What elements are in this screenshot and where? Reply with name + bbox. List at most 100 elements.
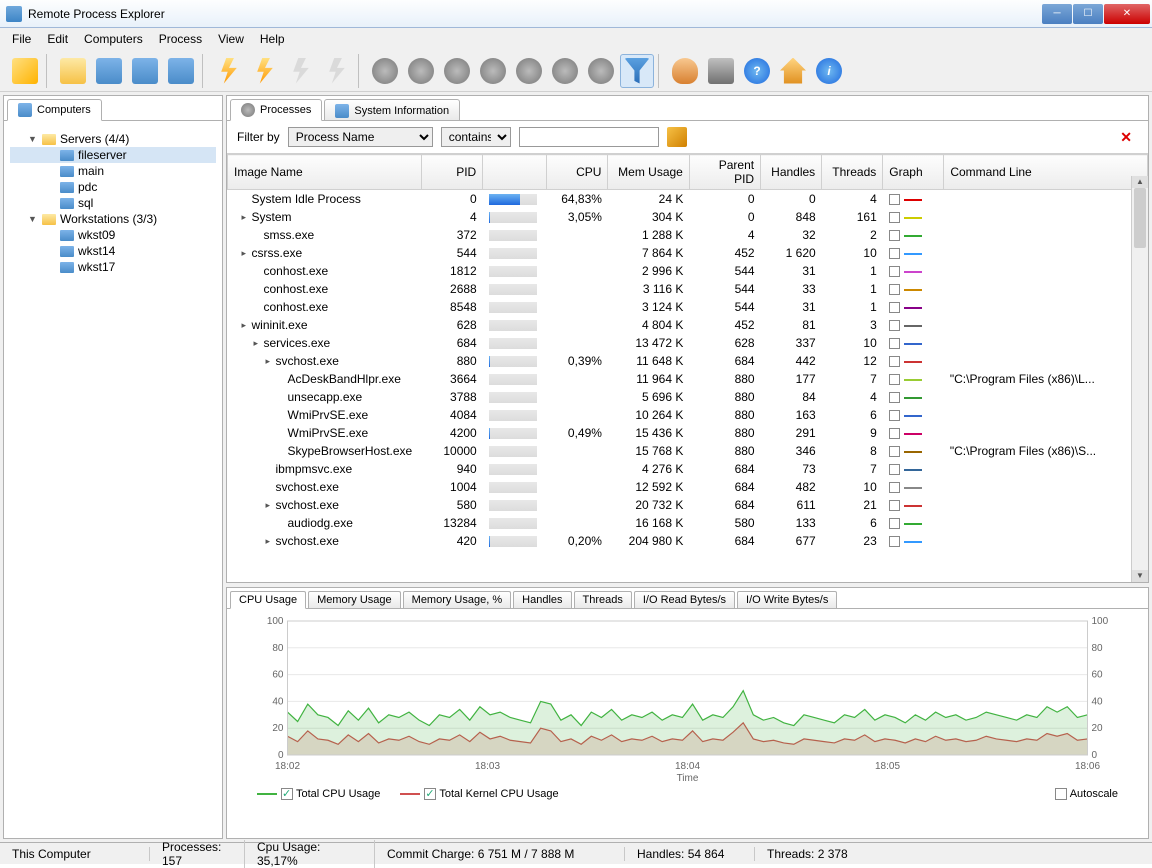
legend-chk-kernel[interactable] bbox=[424, 788, 436, 800]
tree-item[interactable]: ▼Workstations (3/3) bbox=[10, 211, 216, 227]
tree-item[interactable]: wkst17 bbox=[10, 259, 216, 275]
gear-web-button[interactable] bbox=[548, 54, 582, 88]
process-row[interactable]: audiodg.exe1328416 168 K5801336 bbox=[228, 514, 1148, 532]
col-header[interactable]: Handles bbox=[761, 155, 822, 190]
menu-edit[interactable]: Edit bbox=[39, 29, 76, 49]
remove-computer-button[interactable] bbox=[164, 54, 198, 88]
tree-item[interactable]: main bbox=[10, 163, 216, 179]
svg-text:20: 20 bbox=[272, 723, 284, 734]
process-row[interactable]: unsecapp.exe37885 696 K880844 bbox=[228, 388, 1148, 406]
add-computer-button[interactable] bbox=[92, 54, 126, 88]
filter-value-input[interactable] bbox=[519, 127, 659, 147]
edit-computer-button[interactable] bbox=[128, 54, 162, 88]
process-row[interactable]: svchost.exe100412 592 K68448210 bbox=[228, 478, 1148, 496]
maximize-button[interactable]: ☐ bbox=[1073, 4, 1103, 24]
broom-icon[interactable] bbox=[667, 127, 687, 147]
main-area: Computers ▼Servers (4/4)fileservermainpd… bbox=[0, 92, 1152, 842]
scroll-up-icon[interactable]: ▲ bbox=[1132, 176, 1148, 188]
help-button[interactable]: ? bbox=[740, 54, 774, 88]
process-row[interactable]: ▸System43,05%304 K0848161 bbox=[228, 208, 1148, 226]
process-row[interactable]: smss.exe3721 288 K4322 bbox=[228, 226, 1148, 244]
process-row[interactable]: AcDeskBandHlpr.exe366411 964 K8801777"C:… bbox=[228, 370, 1148, 388]
gear-down-button[interactable] bbox=[476, 54, 510, 88]
tree-item[interactable]: wkst09 bbox=[10, 227, 216, 243]
tab-computers[interactable]: Computers bbox=[7, 99, 102, 121]
tab-system-info[interactable]: System Information bbox=[324, 99, 460, 121]
process-row[interactable]: ▸svchost.exe8800,39%11 648 K68444212 bbox=[228, 352, 1148, 370]
process-row[interactable]: System Idle Process064,83%24 K004 bbox=[228, 190, 1148, 209]
col-header[interactable]: CPU bbox=[547, 155, 608, 190]
menu-help[interactable]: Help bbox=[252, 29, 293, 49]
svg-text:80: 80 bbox=[1092, 643, 1104, 654]
close-button[interactable]: ✕ bbox=[1104, 4, 1150, 24]
chart-tab[interactable]: CPU Usage bbox=[230, 591, 306, 609]
process-row[interactable]: conhost.exe85483 124 K544311 bbox=[228, 298, 1148, 316]
chart-tab[interactable]: Threads bbox=[574, 591, 632, 609]
chart-tab[interactable]: Handles bbox=[513, 591, 571, 609]
gear-net-button[interactable] bbox=[584, 54, 618, 88]
bolt-button[interactable] bbox=[212, 54, 246, 88]
chart-tab[interactable]: I/O Read Bytes/s bbox=[634, 591, 735, 609]
autoscale-checkbox[interactable] bbox=[1055, 788, 1067, 800]
comp-icon bbox=[60, 230, 74, 241]
tree-item[interactable]: sql bbox=[10, 195, 216, 211]
chart-tab[interactable]: I/O Write Bytes/s bbox=[737, 591, 837, 609]
process-row[interactable]: ▸services.exe68413 472 K62833710 bbox=[228, 334, 1148, 352]
menu-computers[interactable]: Computers bbox=[76, 29, 151, 49]
gear-add-button[interactable] bbox=[368, 54, 402, 88]
process-row[interactable]: WmiPrvSE.exe408410 264 K8801636 bbox=[228, 406, 1148, 424]
process-row[interactable]: conhost.exe26883 116 K544331 bbox=[228, 280, 1148, 298]
settings-wrench-button[interactable] bbox=[704, 54, 738, 88]
process-row[interactable]: ▸svchost.exe58020 732 K68461121 bbox=[228, 496, 1148, 514]
process-row[interactable]: ▸wininit.exe6284 804 K452813 bbox=[228, 316, 1148, 334]
svg-text:60: 60 bbox=[272, 670, 284, 681]
gear-search-button[interactable] bbox=[512, 54, 546, 88]
gear-stop-button[interactable] bbox=[440, 54, 474, 88]
table-scrollbar[interactable]: ▲ ▼ bbox=[1131, 176, 1148, 582]
process-row[interactable]: ibmpmsvc.exe9404 276 K684737 bbox=[228, 460, 1148, 478]
filter-funnel-button[interactable] bbox=[620, 54, 654, 88]
tab-processes[interactable]: Processes bbox=[230, 99, 322, 121]
process-row[interactable]: ▸svchost.exe4200,20%204 980 K68467723 bbox=[228, 532, 1148, 550]
toolbar: ? i bbox=[0, 50, 1152, 92]
process-row[interactable]: SkypeBrowserHost.exe1000015 768 K8803468… bbox=[228, 442, 1148, 460]
filter-op-select[interactable]: contains bbox=[441, 127, 511, 147]
window-title: Remote Process Explorer bbox=[28, 7, 1041, 21]
legend-chk-total[interactable] bbox=[281, 788, 293, 800]
computers-tree[interactable]: ▼Servers (4/4)fileservermainpdcsql▼Works… bbox=[8, 125, 218, 281]
col-header[interactable]: PID bbox=[422, 155, 483, 190]
col-header[interactable]: Graph bbox=[883, 155, 944, 190]
process-row[interactable]: conhost.exe18122 996 K544311 bbox=[228, 262, 1148, 280]
col-header[interactable]: Command Line bbox=[944, 155, 1148, 190]
svg-text:18:02: 18:02 bbox=[275, 761, 300, 772]
menu-process[interactable]: Process bbox=[151, 29, 210, 49]
process-row[interactable]: ▸csrss.exe5447 864 K4521 62010 bbox=[228, 244, 1148, 262]
chart-tab[interactable]: Memory Usage bbox=[308, 591, 401, 609]
bolt-user-button[interactable] bbox=[248, 54, 282, 88]
gear-play-button[interactable] bbox=[404, 54, 438, 88]
tree-item[interactable]: pdc bbox=[10, 179, 216, 195]
chart-tab[interactable]: Memory Usage, % bbox=[403, 591, 511, 609]
filter-field-select[interactable]: Process Name bbox=[288, 127, 433, 147]
wizard-button[interactable] bbox=[8, 54, 42, 88]
about-button[interactable]: i bbox=[812, 54, 846, 88]
filter-close-button[interactable]: ✕ bbox=[1114, 129, 1138, 146]
home-button[interactable] bbox=[776, 54, 810, 88]
scroll-down-icon[interactable]: ▼ bbox=[1132, 570, 1148, 582]
tree-item[interactable]: fileserver bbox=[10, 147, 216, 163]
col-header[interactable]: Mem Usage bbox=[608, 155, 689, 190]
scroll-thumb[interactable] bbox=[1134, 188, 1146, 248]
tree-item[interactable]: ▼Servers (4/4) bbox=[10, 131, 216, 147]
minimize-button[interactable]: ─ bbox=[1042, 4, 1072, 24]
user-key-button[interactable] bbox=[668, 54, 702, 88]
menu-file[interactable]: File bbox=[4, 29, 39, 49]
process-table[interactable]: Image NamePID CPUMem UsageParent PIDHandl… bbox=[227, 154, 1148, 550]
col-header[interactable] bbox=[483, 155, 547, 190]
process-row[interactable]: WmiPrvSE.exe42000,49%15 436 K8802919 bbox=[228, 424, 1148, 442]
col-header[interactable]: Threads bbox=[822, 155, 883, 190]
tree-item[interactable]: wkst14 bbox=[10, 243, 216, 259]
menu-view[interactable]: View bbox=[210, 29, 252, 49]
col-header[interactable]: Parent PID bbox=[689, 155, 760, 190]
open-folder-button[interactable] bbox=[56, 54, 90, 88]
col-header[interactable]: Image Name bbox=[228, 155, 422, 190]
